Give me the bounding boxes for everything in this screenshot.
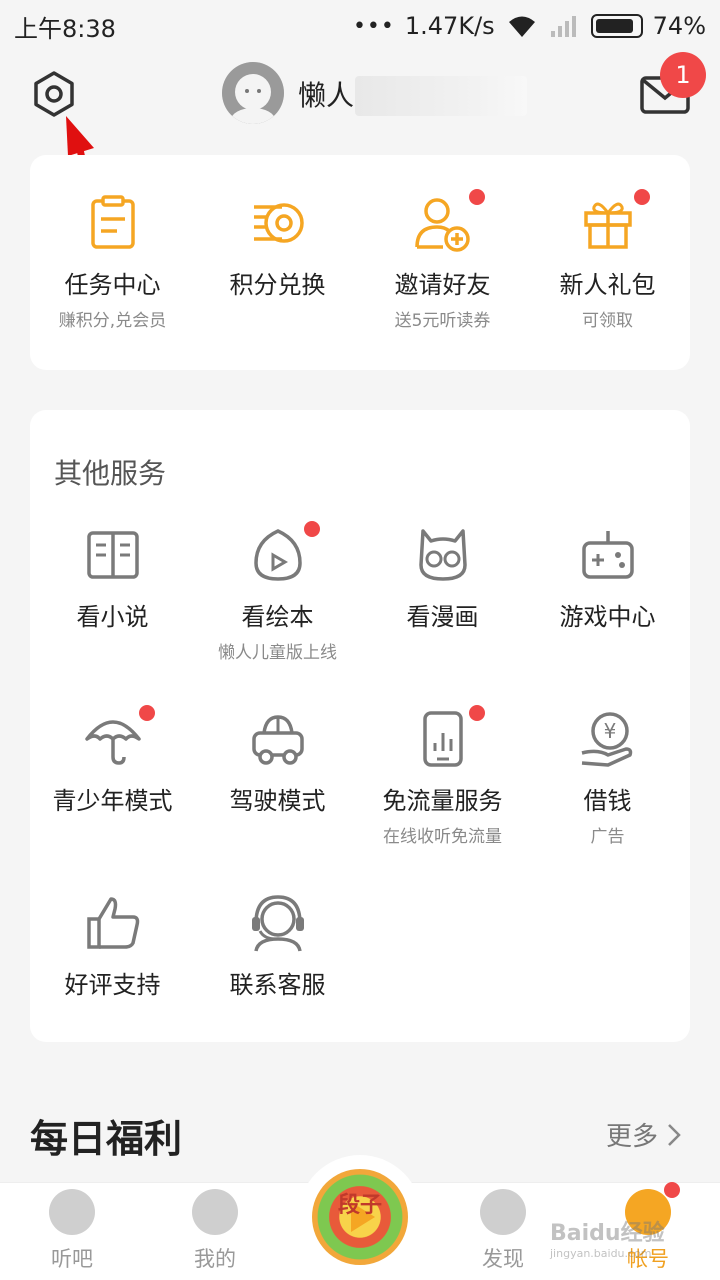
entry-points-exchange[interactable]: 积分兑换: [195, 165, 360, 325]
quick-entry-grid: 任务中心 赚积分,兑会员 积分兑换 邀请好友 送5元听读券 新人礼包 可领取: [30, 165, 690, 331]
music-note-icon: [49, 1189, 95, 1235]
message-count-badge: 1: [660, 52, 706, 98]
entry-task-center[interactable]: 任务中心 赚积分,兑会员: [30, 165, 195, 331]
entry-invite-friends[interactable]: 邀请好友 送5元听读券: [360, 165, 525, 331]
new-dot: [138, 705, 155, 721]
tab-label: 我的: [194, 1247, 236, 1271]
new-dot: [633, 189, 650, 205]
service-label: 借钱: [583, 787, 632, 815]
car-icon: [248, 709, 308, 769]
service-label: 看漫画: [406, 603, 479, 631]
service-sub: 广告: [590, 827, 625, 847]
tab-label: 听吧: [51, 1247, 93, 1271]
picture-book-icon: [248, 521, 320, 585]
add-user-icon: [413, 189, 485, 253]
new-dot: [468, 705, 485, 721]
service-loan[interactable]: ¥ 借钱 广告: [525, 689, 690, 873]
service-sub: 在线收听免流量: [383, 827, 502, 847]
other-services-card: 其他服务 看小说 看绘本 懒人儿童版上线 看漫画 游戏中心 青少年模式 驾驶模式…: [30, 410, 690, 1042]
quick-entry-card: 任务中心 赚积分,兑会员 积分兑换 邀请好友 送5元听读券 新人礼包 可领取: [30, 155, 690, 370]
service-label: 免流量服务: [382, 787, 503, 815]
username-redacted: [355, 76, 527, 116]
service-driving-mode[interactable]: 驾驶模式: [195, 689, 360, 873]
profile-header: 懒人 1: [0, 52, 720, 140]
status-bar: 上午8:38 ••• 1.47K/s 74%: [0, 0, 720, 52]
phone-data-icon: [413, 705, 485, 769]
now-playing-title: 段子: [337, 1193, 382, 1218]
service-teen-mode[interactable]: 青少年模式: [30, 689, 195, 873]
service-comics[interactable]: 看漫画: [360, 505, 525, 689]
avatar[interactable]: [222, 62, 284, 124]
headset-agent-icon: [248, 893, 308, 953]
new-dot: [468, 189, 485, 205]
book-icon: [83, 525, 143, 585]
entry-sub: 送5元听读券: [394, 311, 491, 331]
service-picture-book[interactable]: 看绘本 懒人儿童版上线: [195, 505, 360, 689]
task-clipboard-icon: [83, 193, 143, 253]
settings-button[interactable]: [30, 70, 78, 118]
service-novel[interactable]: 看小说: [30, 505, 195, 689]
coin-exchange-icon: [248, 193, 308, 253]
signal-icon: [550, 16, 576, 37]
service-label: 联系客服: [229, 971, 326, 999]
compass-icon: [480, 1189, 526, 1235]
umbrella-icon: [83, 705, 155, 769]
tab-listen[interactable]: 听吧: [22, 1189, 122, 1273]
more-label: 更多: [606, 1122, 659, 1152]
entry-label: 积分兑换: [229, 271, 326, 299]
service-label: 青少年模式: [52, 787, 173, 815]
tab-discover[interactable]: 发现: [453, 1189, 553, 1273]
headphones-icon: [192, 1189, 238, 1235]
watermark: Baidu经验 jingyan.baidu.com: [550, 1215, 665, 1260]
chevron-right-icon: [668, 1123, 681, 1146]
service-rate-us[interactable]: 好评支持: [30, 873, 195, 1057]
watermark-text: Baidu经验: [550, 1221, 665, 1246]
entry-label: 任务中心: [64, 271, 161, 299]
watermark-sub: jingyan.baidu.com: [550, 1247, 652, 1260]
album-disc-icon: 段子: [312, 1169, 408, 1265]
account-screen: 上午8:38 ••• 1.47K/s 74% 懒人 1 任务中心 赚积分,兑会员…: [0, 0, 720, 1280]
battery-icon: [590, 14, 643, 38]
username[interactable]: 懒人: [298, 74, 354, 114]
account-tab-dot: [664, 1182, 680, 1198]
entry-sub: 可领取: [582, 311, 633, 331]
section-title: 其他服务: [54, 457, 167, 490]
status-right: ••• 1.47K/s 74%: [353, 12, 706, 40]
service-customer-support[interactable]: 联系客服: [195, 873, 360, 1057]
services-grid: 看小说 看绘本 懒人儿童版上线 看漫画 游戏中心 青少年模式 驾驶模式 免流量服…: [30, 505, 690, 1057]
now-playing-button[interactable]: 段子: [298, 1155, 422, 1279]
service-label: 看小说: [76, 603, 149, 631]
service-label: 好评支持: [64, 971, 161, 999]
service-label: 看绘本: [241, 603, 314, 631]
entry-label: 邀请好友: [394, 271, 491, 299]
new-dot: [303, 521, 320, 537]
svg-text:¥: ¥: [603, 719, 616, 743]
gamepad-icon: [578, 525, 638, 585]
service-label: 驾驶模式: [229, 787, 326, 815]
entry-label: 新人礼包: [559, 271, 656, 299]
status-time: 上午8:38: [14, 14, 116, 43]
entry-sub: 赚积分,兑会员: [58, 311, 167, 331]
tab-mine[interactable]: 我的: [165, 1189, 265, 1273]
gift-icon: [578, 189, 650, 253]
loan-icon: ¥: [578, 709, 638, 769]
daily-more-link[interactable]: 更多: [606, 1116, 682, 1153]
service-game-center[interactable]: 游戏中心: [525, 505, 690, 689]
owl-icon: [413, 525, 473, 585]
thumbs-up-icon: [83, 893, 143, 953]
tab-label: 发现: [482, 1247, 524, 1271]
battery-level: 74%: [652, 12, 706, 40]
service-label: 游戏中心: [559, 603, 656, 631]
avatar-face-icon: [222, 62, 284, 124]
service-sub: 懒人儿童版上线: [218, 643, 337, 663]
network-speed: 1.47K/s: [404, 12, 495, 40]
settings-hexagon-icon: [34, 71, 74, 117]
service-free-data[interactable]: 免流量服务 在线收听免流量: [360, 689, 525, 873]
daily-benefits-title: 每日福利: [30, 1117, 183, 1161]
entry-newbie-gift[interactable]: 新人礼包 可领取: [525, 165, 690, 331]
status-dots: •••: [352, 13, 395, 39]
wifi-icon: [508, 16, 535, 37]
